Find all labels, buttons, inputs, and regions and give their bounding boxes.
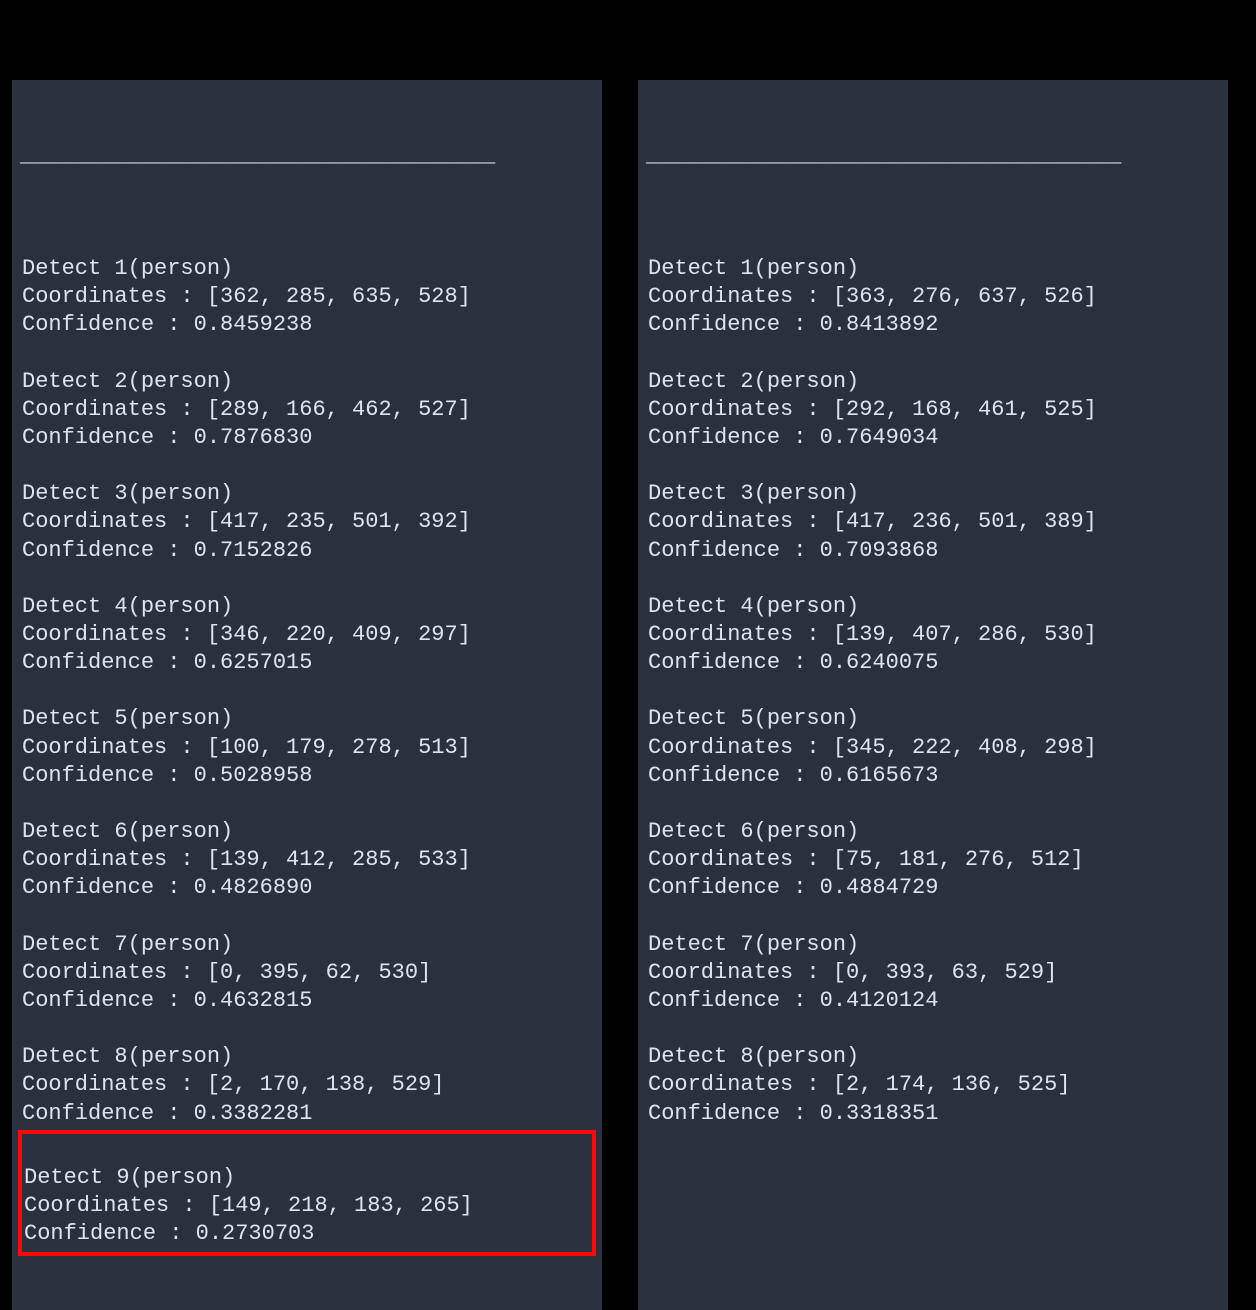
detect-header: Detect 6(person) [648, 818, 1218, 846]
detect-confidence: Confidence : 0.3318351 [648, 1100, 1218, 1128]
blank-line [646, 565, 1220, 593]
detect-header: Detect 4(person) [648, 593, 1218, 621]
blank-line [20, 1258, 594, 1286]
detect-confidence: Confidence : 0.2730703 [24, 1220, 590, 1248]
left-terminal-pane: ____________________________________ Det… [12, 80, 602, 1310]
detection-block: Detect 4(person)Coordinates : [346, 220,… [20, 593, 594, 677]
detect-header: Detect 5(person) [648, 705, 1218, 733]
detect-header: Detect 9(person) [24, 1164, 590, 1192]
blank-line [646, 452, 1220, 480]
detect-coordinates: Coordinates : [362, 285, 635, 528] [22, 283, 592, 311]
left-detections: Detect 1(person)Coordinates : [362, 285,… [20, 227, 594, 1287]
separator-top: ____________________________________ [646, 142, 1220, 170]
detect-header: Detect 3(person) [648, 480, 1218, 508]
detect-coordinates: Coordinates : [139, 407, 286, 530] [648, 621, 1218, 649]
right-terminal-pane: ____________________________________ Det… [638, 80, 1228, 1310]
detection-block: Detect 3(person)Coordinates : [417, 235,… [20, 480, 594, 564]
detection-block: Detect 6(person)Coordinates : [139, 412,… [20, 818, 594, 902]
detect-coordinates: Coordinates : [2, 174, 136, 525] [648, 1071, 1218, 1099]
detect-header: Detect 5(person) [22, 705, 592, 733]
detect-confidence: Confidence : 0.7152826 [22, 537, 592, 565]
detection-block: Detect 9(person)Coordinates : [149, 218,… [18, 1130, 596, 1257]
detect-confidence: Confidence : 0.4632815 [22, 987, 592, 1015]
separator-bottom: ____________________________________ [646, 1297, 1220, 1310]
detect-confidence: Confidence : 0.6165673 [648, 762, 1218, 790]
detection-block: Detect 3(person)Coordinates : [417, 236,… [646, 480, 1220, 564]
terminal-panes: ____________________________________ Det… [0, 0, 1256, 1310]
blank-line [20, 790, 594, 818]
detect-header: Detect 8(person) [22, 1043, 592, 1071]
detect-header: Detect 1(person) [22, 255, 592, 283]
detect-confidence: Confidence : 0.8413892 [648, 311, 1218, 339]
detect-confidence: Confidence : 0.5028958 [22, 762, 592, 790]
detect-confidence: Confidence : 0.7093868 [648, 537, 1218, 565]
detection-block: Detect 5(person)Coordinates : [345, 222,… [646, 705, 1220, 789]
blank-line [646, 1128, 1220, 1156]
blank-line [20, 565, 594, 593]
blank-line [20, 677, 594, 705]
detection-block: Detect 8(person)Coordinates : [2, 170, 1… [20, 1043, 594, 1127]
blank-line [646, 339, 1220, 367]
detect-coordinates: Coordinates : [363, 276, 637, 526] [648, 283, 1218, 311]
detect-coordinates: Coordinates : [2, 170, 138, 529] [22, 1071, 592, 1099]
detect-confidence: Confidence : 0.6240075 [648, 649, 1218, 677]
blank-line [20, 903, 594, 931]
detection-block: Detect 4(person)Coordinates : [139, 407,… [646, 593, 1220, 677]
detect-confidence: Confidence : 0.8459238 [22, 311, 592, 339]
detect-confidence: Confidence : 0.7649034 [648, 424, 1218, 452]
detect-confidence: Confidence : 0.4120124 [648, 987, 1218, 1015]
detect-coordinates: Coordinates : [345, 222, 408, 298] [648, 734, 1218, 762]
detect-header: Detect 1(person) [648, 255, 1218, 283]
detection-block: Detect 7(person)Coordinates : [0, 393, 6… [646, 931, 1220, 1015]
detect-coordinates: Coordinates : [0, 395, 62, 530] [22, 959, 592, 987]
detect-coordinates: Coordinates : [346, 220, 409, 297] [22, 621, 592, 649]
detect-confidence: Confidence : 0.4826890 [22, 874, 592, 902]
detect-header: Detect 7(person) [22, 931, 592, 959]
detection-block: Detect 7(person)Coordinates : [0, 395, 6… [20, 931, 594, 1015]
detect-coordinates: Coordinates : [417, 236, 501, 389] [648, 508, 1218, 536]
blank-line [646, 790, 1220, 818]
blank-line [646, 903, 1220, 931]
detect-header: Detect 2(person) [22, 368, 592, 396]
detection-block: Detect 8(person)Coordinates : [2, 174, 1… [646, 1043, 1220, 1127]
blank-line [646, 1015, 1220, 1043]
detect-header: Detect 7(person) [648, 931, 1218, 959]
blank-line [20, 227, 594, 255]
detect-header: Detect 2(person) [648, 368, 1218, 396]
detect-confidence: Confidence : 0.3382281 [22, 1100, 592, 1128]
detect-coordinates: Coordinates : [149, 218, 183, 265] [24, 1192, 590, 1220]
detect-coordinates: Coordinates : [417, 235, 501, 392] [22, 508, 592, 536]
detection-block: Detect 1(person)Coordinates : [363, 276,… [646, 255, 1220, 339]
detect-header: Detect 3(person) [22, 480, 592, 508]
detect-coordinates: Coordinates : [75, 181, 276, 512] [648, 846, 1218, 874]
separator-top: ____________________________________ [20, 142, 594, 170]
blank-line [24, 1136, 590, 1164]
detection-block: Detect 1(person)Coordinates : [362, 285,… [20, 255, 594, 339]
detect-header: Detect 6(person) [22, 818, 592, 846]
blank-line [20, 339, 594, 367]
blank-line [20, 452, 594, 480]
detect-confidence: Confidence : 0.7876830 [22, 424, 592, 452]
detect-coordinates: Coordinates : [289, 166, 462, 527] [22, 396, 592, 424]
detect-confidence: Confidence : 0.6257015 [22, 649, 592, 677]
detection-block: Detect 2(person)Coordinates : [289, 166,… [20, 368, 594, 452]
blank-line [20, 1015, 594, 1043]
detection-block: Detect 2(person)Coordinates : [292, 168,… [646, 368, 1220, 452]
right-detections: Detect 1(person)Coordinates : [363, 276,… [646, 227, 1220, 1156]
detect-coordinates: Coordinates : [139, 412, 285, 533] [22, 846, 592, 874]
detect-header: Detect 4(person) [22, 593, 592, 621]
detect-header: Detect 8(person) [648, 1043, 1218, 1071]
detect-coordinates: Coordinates : [100, 179, 278, 513] [22, 734, 592, 762]
blank-line [646, 227, 1220, 255]
detect-coordinates: Coordinates : [292, 168, 461, 525] [648, 396, 1218, 424]
blank-line [646, 677, 1220, 705]
detect-coordinates: Coordinates : [0, 393, 63, 529] [648, 959, 1218, 987]
detect-confidence: Confidence : 0.4884729 [648, 874, 1218, 902]
detection-block: Detect 5(person)Coordinates : [100, 179,… [20, 705, 594, 789]
detection-block: Detect 6(person)Coordinates : [75, 181, … [646, 818, 1220, 902]
